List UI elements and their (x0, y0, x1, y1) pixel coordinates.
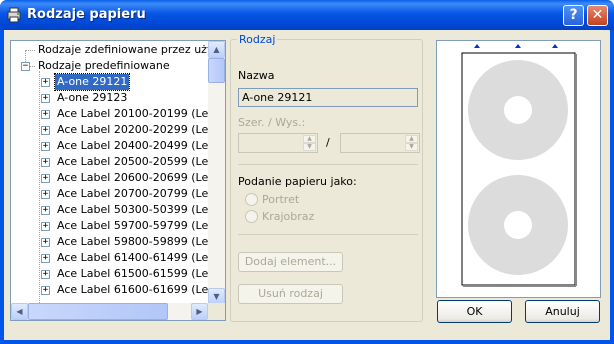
expand-icon[interactable]: + (41, 238, 50, 247)
name-label: Nazwa (238, 69, 275, 82)
group-title: Rodzaj (237, 33, 278, 46)
help-button[interactable]: ? (563, 5, 584, 26)
tree-item-label: Rodzaje predefiniowane (38, 59, 170, 72)
window-title: Rodzaje papieru (27, 7, 146, 22)
paper-preview (436, 40, 601, 298)
tree-item-label: Ace Label 20500-20599 (Letter (57, 155, 226, 168)
expand-icon[interactable]: + (41, 270, 50, 279)
scrollbar-corner (208, 303, 225, 320)
tree-connector (25, 50, 35, 51)
printer-settings-icon (7, 7, 21, 23)
landscape-radio[interactable] (245, 210, 258, 223)
marker-icon (515, 44, 521, 48)
marker-icon (552, 44, 558, 48)
expand-icon[interactable]: + (41, 286, 50, 295)
expand-icon[interactable]: + (41, 142, 50, 151)
tree-item-label: Ace Label 59800-59899 (Letter (57, 235, 226, 248)
tree-item-label: A-one 29121 (53, 73, 131, 91)
marker-icon (474, 44, 480, 48)
tree-item-label: Ace Label 61400-61499 (Letter (57, 251, 226, 264)
tree-horizontal-scrollbar[interactable]: ◀ ▶ (11, 303, 208, 320)
paper-type-tree[interactable]: Rodzaje zdefiniowane przez użytko − Rodz… (10, 40, 226, 321)
landscape-label: Krajobraz (262, 210, 315, 223)
expand-icon[interactable]: + (41, 206, 50, 215)
tree-item-label: Ace Label 61600-61699 (Letter (57, 283, 226, 296)
width-spinner[interactable]: ▲ ▼ (238, 133, 318, 153)
height-spinner[interactable]: ▲ ▼ (340, 133, 420, 153)
label-sheet-preview (461, 44, 577, 287)
portrait-radio[interactable] (245, 193, 258, 206)
spin-down-icon[interactable]: ▼ (303, 143, 316, 151)
tree-vertical-scrollbar[interactable]: ▲ ▼ (208, 41, 225, 305)
tree-item-label: Rodzaje zdefiniowane przez użytko (38, 43, 226, 56)
portrait-label: Portret (262, 193, 300, 206)
expand-icon[interactable]: + (41, 126, 50, 135)
separator (238, 234, 418, 235)
tree-connector (39, 71, 40, 320)
tree-item-label: Ace Label 20100-20199 (Letter (57, 107, 226, 120)
vertical-scroll-thumb[interactable] (208, 58, 225, 83)
separator (238, 164, 418, 165)
ok-button[interactable]: OK (437, 300, 512, 323)
expand-icon[interactable]: + (41, 110, 50, 119)
scroll-up-icon[interactable]: ▲ (208, 41, 225, 58)
add-element-button[interactable]: Dodaj element... (238, 252, 343, 272)
dialog-window: Rodzaje papieru ? ✕ Rodzaje zdefiniowane… (0, 0, 614, 344)
tree-item-label: Ace Label 61500-61599 (Letter (57, 267, 226, 280)
scroll-left-icon[interactable]: ◀ (11, 303, 28, 320)
collapse-icon[interactable]: − (21, 62, 30, 71)
tree-item-label: Ace Label 20400-20499 (Letter (57, 139, 226, 152)
expand-icon[interactable]: + (41, 94, 50, 103)
expand-icon[interactable]: + (41, 158, 50, 167)
spin-up-icon[interactable]: ▲ (303, 135, 316, 143)
tree-item-label: A-one 29123 (57, 91, 128, 104)
remove-type-button[interactable]: Usuń rodzaj (238, 284, 343, 304)
tree-item-label: Ace Label 59700-59799 (Letter (57, 219, 226, 232)
tree-item-label: Ace Label 20200-20299 (Letter (57, 123, 226, 136)
scroll-right-icon[interactable]: ▶ (191, 303, 208, 320)
spin-down-icon[interactable]: ▼ (405, 143, 418, 151)
horizontal-scroll-thumb[interactable] (28, 303, 168, 320)
expand-icon[interactable]: + (41, 190, 50, 199)
size-label: Szer. / Wys.: (238, 116, 306, 129)
dialog-body: Rodzaje zdefiniowane przez użytko − Rodz… (4, 30, 610, 340)
expand-icon[interactable]: + (41, 174, 50, 183)
expand-icon[interactable]: + (41, 254, 50, 263)
tree-item-label: Ace Label 20700-20799 (Letter (57, 187, 226, 200)
tree-item-label: Ace Label 20600-20699 (Letter (57, 171, 226, 184)
expand-icon[interactable]: + (41, 222, 50, 231)
cancel-button[interactable]: Anuluj (525, 300, 600, 323)
close-button[interactable]: ✕ (587, 5, 608, 26)
expand-icon[interactable]: + (41, 78, 50, 87)
title-bar[interactable]: Rodzaje papieru ? ✕ (0, 0, 614, 30)
size-separator: / (326, 136, 330, 149)
spin-up-icon[interactable]: ▲ (405, 135, 418, 143)
orientation-label: Podanie papieru jako: (238, 175, 357, 188)
name-field[interactable]: A-one 29121 (238, 88, 418, 107)
paper-type-group: Rodzaj Nazwa A-one 29121 Szer. / Wys.: ▲… (230, 33, 423, 322)
tree-item-label: Ace Label 50300-50399 (Letter (57, 203, 226, 216)
